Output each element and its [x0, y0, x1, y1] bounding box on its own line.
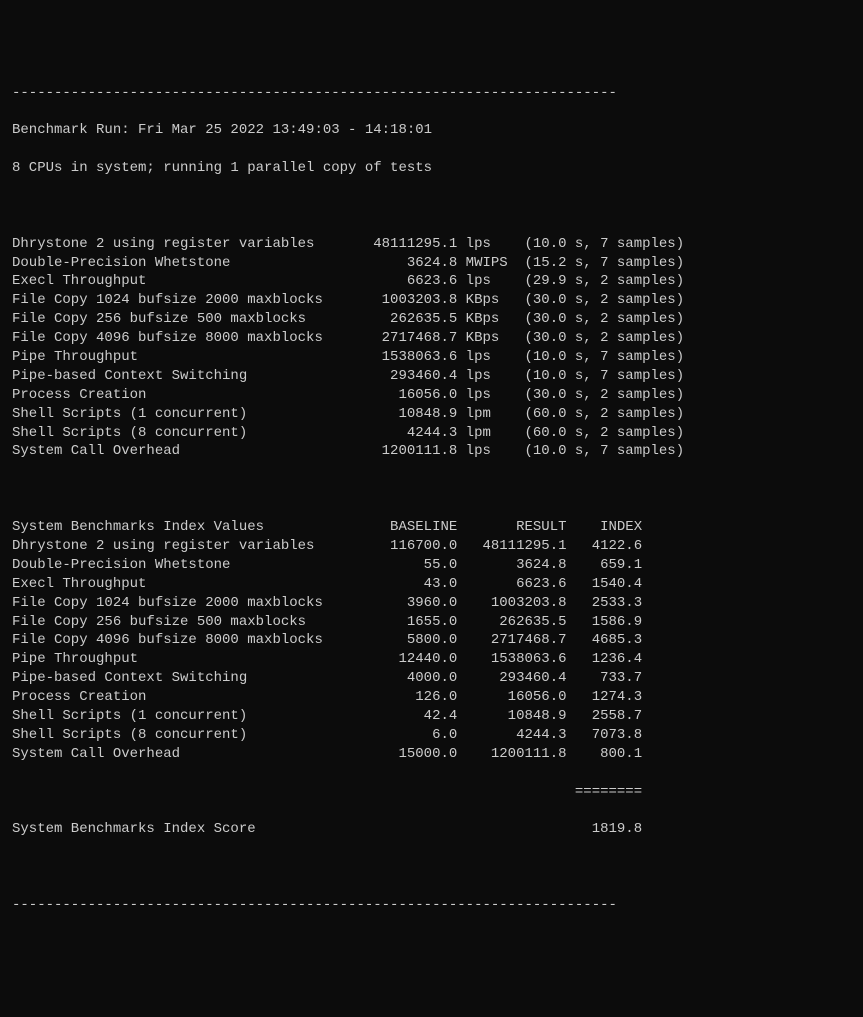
result-row: Shell Scripts (1 concurrent) 10848.9 lpm… — [12, 405, 851, 424]
index-row: File Copy 4096 bufsize 8000 maxblocks 58… — [12, 631, 851, 650]
index-block: System Benchmarks Index Values BASELINE … — [12, 518, 851, 764]
index-row: Pipe-based Context Switching 4000.0 2934… — [12, 669, 851, 688]
index-row: Double-Precision Whetstone 55.0 3624.8 6… — [12, 556, 851, 575]
index-row: Execl Throughput 43.0 6623.6 1540.4 — [12, 575, 851, 594]
index-row: File Copy 1024 bufsize 2000 maxblocks 39… — [12, 594, 851, 613]
index-row: Process Creation 126.0 16056.0 1274.3 — [12, 688, 851, 707]
cpu-info-line: 8 CPUs in system; running 1 parallel cop… — [12, 159, 851, 178]
result-row: File Copy 4096 bufsize 8000 maxblocks 27… — [12, 329, 851, 348]
result-row: System Call Overhead 1200111.8 lps (10.0… — [12, 442, 851, 461]
index-row: Shell Scripts (1 concurrent) 42.4 10848.… — [12, 707, 851, 726]
index-row: Shell Scripts (8 concurrent) 6.0 4244.3 … — [12, 726, 851, 745]
blank-line — [12, 858, 851, 877]
result-row: Execl Throughput 6623.6 lps (29.9 s, 2 s… — [12, 272, 851, 291]
divider-top: ----------------------------------------… — [12, 84, 851, 103]
blank-line — [12, 197, 851, 216]
result-row: Pipe-based Context Switching 293460.4 lp… — [12, 367, 851, 386]
result-row: Shell Scripts (8 concurrent) 4244.3 lpm … — [12, 424, 851, 443]
result-row: File Copy 256 bufsize 500 maxblocks 2626… — [12, 310, 851, 329]
divider-bottom: ----------------------------------------… — [12, 896, 851, 915]
blank-line — [12, 480, 851, 499]
index-row: Pipe Throughput 12440.0 1538063.6 1236.4 — [12, 650, 851, 669]
result-row: Pipe Throughput 1538063.6 lps (10.0 s, 7… — [12, 348, 851, 367]
index-row: System Call Overhead 15000.0 1200111.8 8… — [12, 745, 851, 764]
score-divider: ======== — [12, 783, 851, 802]
result-row: Double-Precision Whetstone 3624.8 MWIPS … — [12, 254, 851, 273]
index-row: Dhrystone 2 using register variables 116… — [12, 537, 851, 556]
results-block: Dhrystone 2 using register variables 481… — [12, 235, 851, 462]
score-line: System Benchmarks Index Score 1819.8 — [12, 820, 851, 839]
index-header: System Benchmarks Index Values BASELINE … — [12, 518, 851, 537]
result-row: Process Creation 16056.0 lps (30.0 s, 2 … — [12, 386, 851, 405]
result-row: File Copy 1024 bufsize 2000 maxblocks 10… — [12, 291, 851, 310]
benchmark-run-line: Benchmark Run: Fri Mar 25 2022 13:49:03 … — [12, 121, 851, 140]
index-row: File Copy 256 bufsize 500 maxblocks 1655… — [12, 613, 851, 632]
result-row: Dhrystone 2 using register variables 481… — [12, 235, 851, 254]
